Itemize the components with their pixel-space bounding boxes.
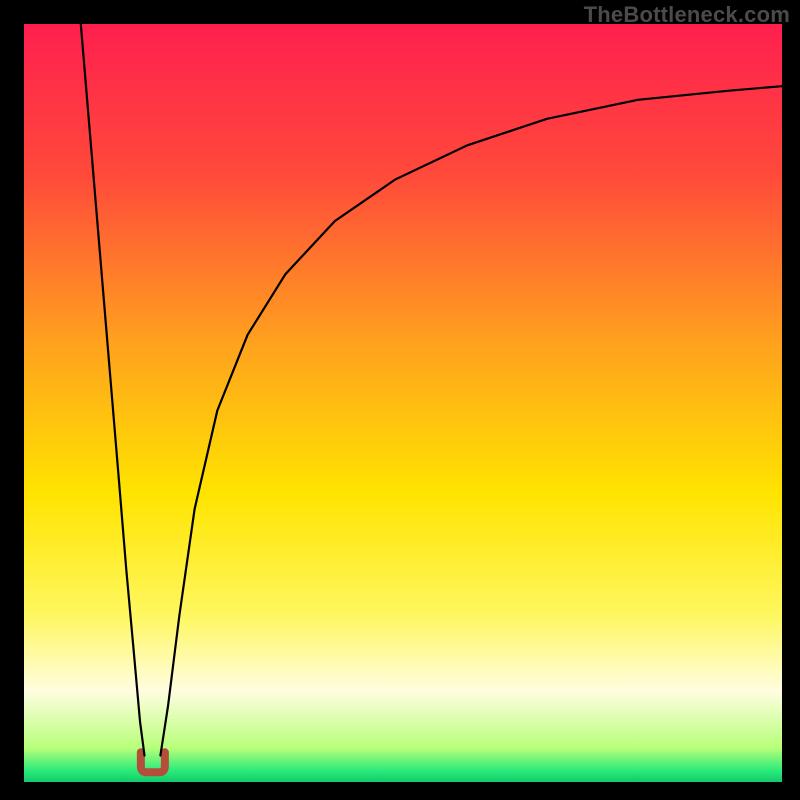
watermark-text: TheBottleneck.com (584, 2, 790, 28)
chart-stage: TheBottleneck.com (0, 0, 800, 800)
chart-svg (0, 0, 800, 800)
plot-area (24, 24, 782, 782)
